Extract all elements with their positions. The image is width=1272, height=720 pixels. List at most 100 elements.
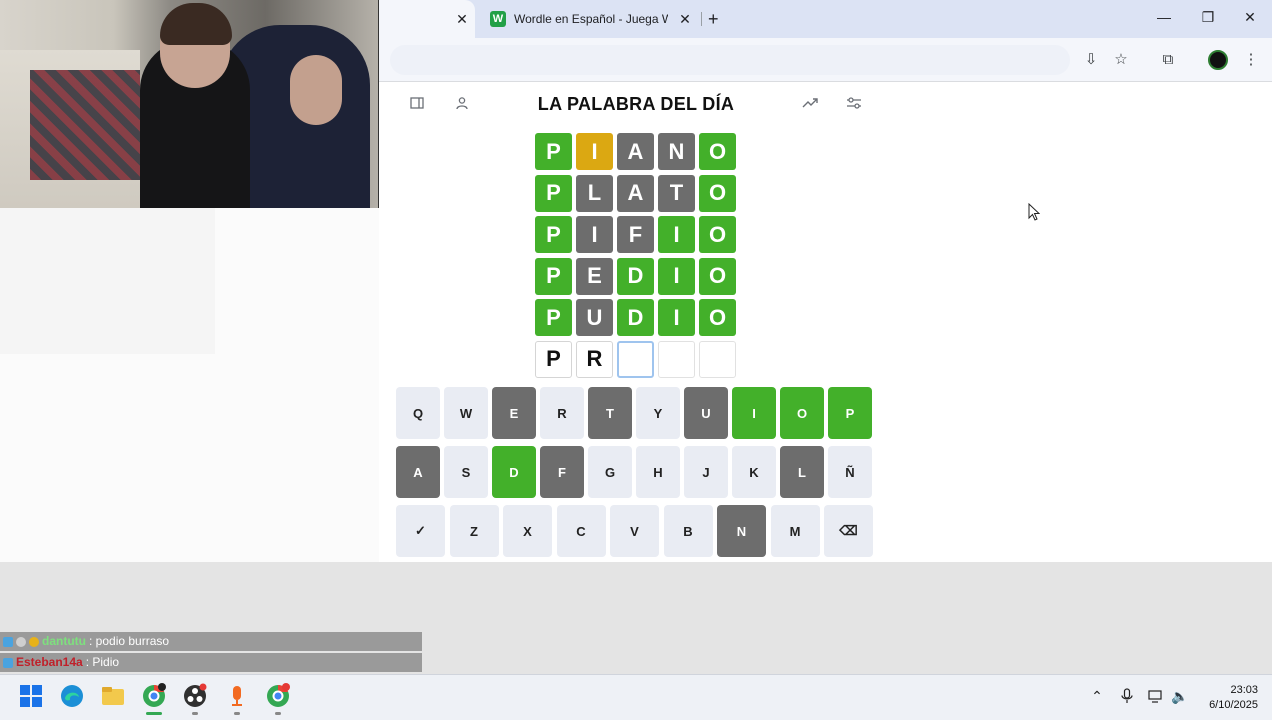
- key-x[interactable]: X: [503, 505, 552, 557]
- network-icon[interactable]: [1147, 688, 1165, 707]
- tile: I: [658, 299, 695, 336]
- key-r[interactable]: R: [540, 387, 584, 439]
- microphone-tray-icon[interactable]: [1118, 688, 1136, 707]
- tile: I: [576, 133, 613, 170]
- open-app-indicator: [192, 712, 198, 715]
- key-b[interactable]: B: [663, 505, 713, 557]
- chat-badge-icon: [16, 636, 26, 647]
- minimize-icon[interactable]: —: [1154, 9, 1174, 25]
- chrome-icon[interactable]: [141, 683, 167, 709]
- system-clock[interactable]: 23:03 6/10/2025: [1196, 683, 1258, 713]
- user-icon[interactable]: [453, 96, 471, 114]
- more-menu-icon[interactable]: ⋮: [1241, 50, 1261, 70]
- chat-badge-icon: [3, 657, 13, 668]
- new-tab-icon[interactable]: +: [708, 9, 719, 29]
- chat-message: : Pidio: [85, 655, 120, 669]
- key-j[interactable]: J: [684, 446, 728, 498]
- key-m[interactable]: M: [770, 505, 820, 557]
- open-app-indicator: [275, 712, 281, 715]
- profile-avatar[interactable]: [1208, 50, 1228, 70]
- restore-icon[interactable]: ❐: [1198, 9, 1218, 26]
- close-tab-icon[interactable]: ✕: [677, 11, 693, 27]
- tile: I: [576, 216, 613, 253]
- chat-username: Esteban14a: [16, 655, 83, 669]
- chat-username: dantutu: [42, 634, 86, 648]
- extensions-icon[interactable]: ⧉: [1158, 50, 1178, 70]
- key-ñ[interactable]: Ñ: [828, 446, 872, 498]
- key-z[interactable]: Z: [449, 505, 499, 557]
- bookmark-star-icon[interactable]: ☆: [1111, 50, 1131, 70]
- chat-line: dantutu : podio burraso: [0, 632, 422, 651]
- key-y[interactable]: Y: [636, 387, 680, 439]
- key-w[interactable]: W: [444, 387, 488, 439]
- settings-sliders-icon[interactable]: [845, 96, 863, 114]
- key-o[interactable]: O: [780, 387, 824, 439]
- tab-wordle[interactable]: W Wordle en Español - Juega Wordle en Es…: [482, 6, 700, 32]
- key-l[interactable]: L: [780, 446, 824, 498]
- close-tab-icon[interactable]: ✕: [454, 11, 470, 27]
- tile: N: [658, 133, 695, 170]
- tile: R: [576, 340, 613, 378]
- tile: O: [699, 216, 736, 253]
- microphone-app-icon[interactable]: [224, 683, 250, 709]
- key-g[interactable]: G: [588, 446, 632, 498]
- tile: U: [576, 299, 613, 336]
- key-t[interactable]: T: [588, 387, 632, 439]
- sidebar-toggle-icon[interactable]: [408, 96, 426, 114]
- tile: P: [535, 216, 572, 253]
- key-n[interactable]: N: [717, 505, 766, 557]
- windows-start-icon[interactable]: [18, 683, 44, 709]
- key-e[interactable]: E: [492, 387, 536, 439]
- tile: P: [535, 133, 572, 170]
- clock-date: 6/10/2025: [1209, 699, 1258, 711]
- volume-icon[interactable]: 🔈: [1171, 688, 1189, 705]
- tile: O: [699, 299, 736, 336]
- enter-key[interactable]: ✓: [396, 505, 445, 557]
- chrome-profile-icon[interactable]: [265, 683, 291, 709]
- key-c[interactable]: C: [556, 505, 606, 557]
- tile: E: [576, 257, 613, 295]
- page-title: LA PALABRA DEL DÍA: [537, 94, 735, 114]
- mouse-cursor-icon: [1028, 202, 1041, 226]
- file-explorer-icon[interactable]: [100, 683, 126, 709]
- tab-separator: [701, 12, 702, 26]
- tile: O: [699, 133, 736, 170]
- key-q[interactable]: Q: [396, 387, 440, 439]
- tile: A: [617, 133, 654, 170]
- tile: P: [535, 299, 572, 336]
- key-s[interactable]: S: [444, 446, 488, 498]
- stats-trend-icon[interactable]: [801, 96, 819, 114]
- key-f[interactable]: F: [540, 446, 584, 498]
- tile: D: [617, 257, 654, 295]
- key-u[interactable]: U: [684, 387, 728, 439]
- clock-time: 23:03: [1230, 684, 1258, 696]
- key-v[interactable]: V: [610, 505, 659, 557]
- tile: P: [535, 174, 572, 212]
- obs-studio-icon[interactable]: [182, 683, 208, 709]
- tile: P: [535, 340, 572, 378]
- tile: P: [535, 257, 572, 295]
- key-d[interactable]: D: [492, 446, 536, 498]
- open-app-indicator: [234, 712, 240, 715]
- window-close-icon[interactable]: ✕: [1240, 9, 1260, 26]
- key-p[interactable]: P: [828, 387, 872, 439]
- key-k[interactable]: K: [732, 446, 776, 498]
- tile: [617, 340, 654, 378]
- guess-board: PIANOPLATOPIFIOPEDIOPUDIOPR: [535, 133, 736, 378]
- backspace-key[interactable]: ⌫: [824, 505, 873, 557]
- chat-badge-icon: [3, 636, 13, 647]
- key-i[interactable]: I: [732, 387, 776, 439]
- wordle-favicon-icon: W: [490, 11, 506, 27]
- tile: A: [617, 174, 654, 212]
- chat-badge-icon: [29, 636, 39, 647]
- install-app-icon[interactable]: ⇩: [1081, 50, 1101, 70]
- key-h[interactable]: H: [636, 446, 680, 498]
- tile: L: [576, 174, 613, 212]
- show-hidden-icons-icon[interactable]: ⌃: [1088, 688, 1106, 705]
- keyboard-row-1: QWERTYUIOP: [396, 387, 872, 439]
- edge-browser-icon[interactable]: [59, 683, 85, 709]
- address-bar[interactable]: [390, 45, 1070, 75]
- key-a[interactable]: A: [396, 446, 440, 498]
- webcam-overlay: [0, 0, 379, 208]
- keyboard-row-3: ✓ Z X C V B N M ⌫: [396, 505, 873, 557]
